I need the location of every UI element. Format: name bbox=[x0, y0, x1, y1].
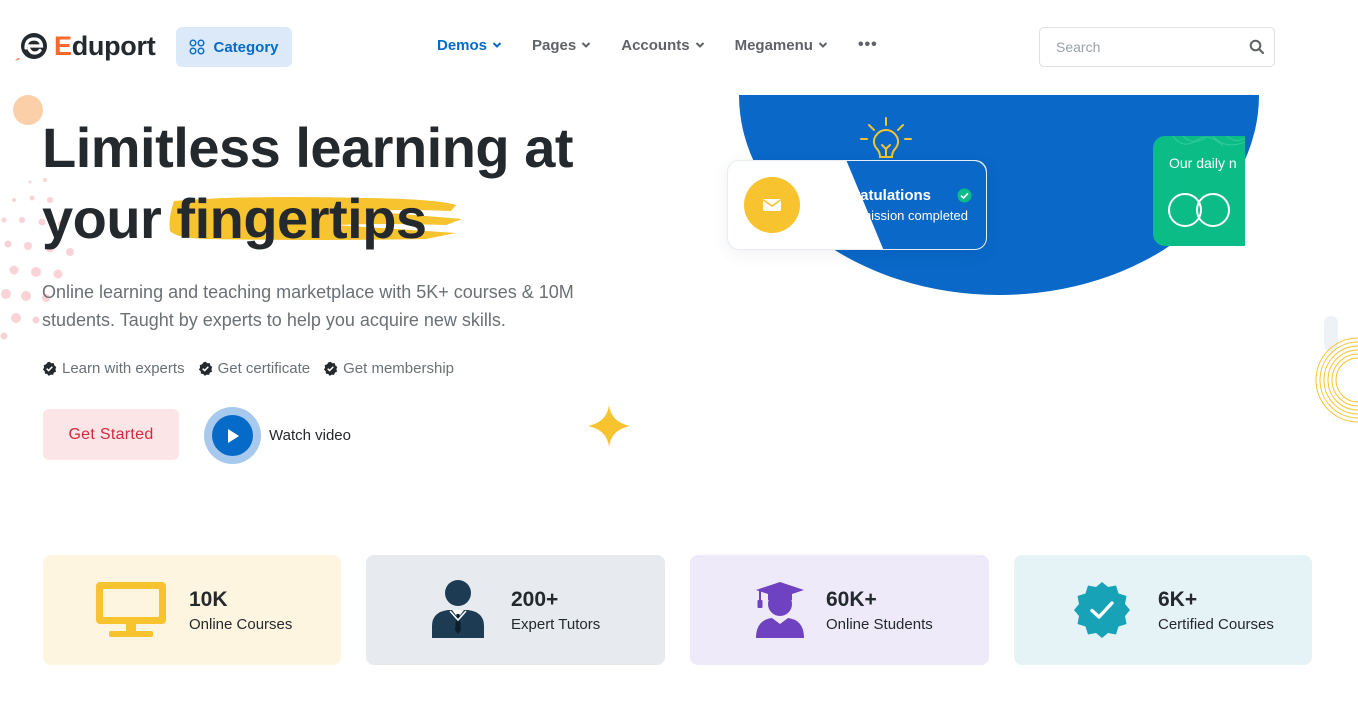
congratulations-subtitle: Your admission completed bbox=[816, 208, 968, 223]
nav-item-pages[interactable]: Pages bbox=[532, 37, 591, 54]
feature-label: Get membership bbox=[343, 360, 454, 377]
envelope-icon bbox=[763, 199, 781, 211]
category-label: Category bbox=[213, 38, 279, 56]
nav-item-label: Demos bbox=[437, 36, 488, 54]
category-grid-icon bbox=[189, 39, 205, 55]
verified-check-icon bbox=[198, 361, 212, 376]
feature-item: Learn with experts bbox=[42, 360, 185, 377]
nav-item-label: Pages bbox=[532, 36, 577, 54]
stat-text: 200+ Expert Tutors bbox=[511, 588, 600, 633]
stat-label: Online Courses bbox=[189, 615, 293, 633]
tutor-icon bbox=[418, 578, 498, 642]
hero-title-highlight: fingertips bbox=[169, 183, 463, 254]
stat-value: 10K bbox=[189, 587, 228, 611]
watch-video-button[interactable]: Watch video bbox=[204, 407, 351, 464]
edge-decoration bbox=[1315, 316, 1358, 423]
congratulations-card: Congratulations Your admission completed bbox=[727, 160, 987, 250]
congratulations-text: Congratulations Your admission completed bbox=[816, 187, 972, 223]
mail-badge bbox=[744, 177, 800, 233]
certified-badge-icon bbox=[1062, 578, 1142, 642]
feature-label: Learn with experts bbox=[62, 360, 185, 377]
stat-value: 60K+ bbox=[826, 587, 877, 611]
logo-text: Eduport bbox=[54, 30, 156, 62]
monitor-icon bbox=[91, 578, 171, 642]
get-started-button[interactable]: Get Started bbox=[43, 409, 179, 460]
chevron-down-icon bbox=[492, 42, 502, 48]
search-box bbox=[1039, 27, 1275, 67]
chevron-down-icon bbox=[818, 42, 828, 48]
stat-card-certified: 6K+ Certified Courses bbox=[1014, 555, 1312, 665]
hero-description: Online learning and teaching marketplace… bbox=[42, 282, 574, 330]
stat-value: 200+ bbox=[511, 587, 559, 611]
rings-icon bbox=[1168, 193, 1230, 227]
stat-card-courses: 10K Online Courses bbox=[43, 555, 341, 665]
logo-text-rest: duport bbox=[71, 30, 156, 61]
logo-e-icon bbox=[14, 28, 50, 64]
graduate-icon bbox=[740, 578, 820, 642]
congratulations-title: Congratulations bbox=[816, 187, 931, 204]
sparkle-star-icon bbox=[588, 405, 630, 447]
logo[interactable]: Eduport bbox=[14, 28, 156, 64]
nav-item-label: Megamenu bbox=[734, 36, 813, 54]
stat-label: Expert Tutors bbox=[511, 615, 601, 633]
daily-card: Our daily n bbox=[1153, 136, 1245, 246]
nav-item-label: Accounts bbox=[621, 36, 690, 54]
feature-list: Learn with experts Get certificate Get m… bbox=[42, 360, 454, 377]
hero-title-word: your bbox=[42, 187, 162, 250]
chevron-down-icon bbox=[582, 42, 591, 48]
nav-more-button[interactable]: ••• bbox=[858, 36, 878, 54]
stats-section: 10K Online Courses 200+ Expert Tutors 60… bbox=[43, 555, 1313, 665]
hero-title-line2: your fingertips bbox=[42, 183, 662, 254]
main-nav: Demos Pages Accounts Megamenu ••• bbox=[437, 36, 878, 54]
watch-video-label: Watch video bbox=[269, 427, 351, 444]
daily-card-label: Our daily n bbox=[1169, 155, 1237, 171]
stat-text: 60K+ Online Students bbox=[826, 588, 933, 633]
nav-item-megamenu[interactable]: Megamenu bbox=[735, 37, 828, 54]
chevron-down-icon bbox=[695, 42, 704, 48]
verified-check-icon bbox=[324, 361, 338, 376]
stat-card-tutors: 200+ Expert Tutors bbox=[366, 555, 665, 665]
nav-item-accounts[interactable]: Accounts bbox=[621, 37, 704, 54]
site-header: Eduport Category Demos Pages Accounts Me… bbox=[0, 0, 1358, 92]
stat-text: 6K+ Certified Courses bbox=[1158, 588, 1274, 633]
feature-label: Get certificate bbox=[217, 360, 311, 377]
verified-check-icon bbox=[42, 361, 57, 376]
search-input[interactable] bbox=[1056, 39, 1236, 55]
decorative-circle bbox=[13, 95, 43, 125]
play-button[interactable] bbox=[204, 407, 261, 464]
play-button-inner bbox=[212, 415, 253, 456]
hero-title: Limitless learning at your fingertips bbox=[42, 112, 662, 254]
stat-label: Certified Courses bbox=[1158, 615, 1274, 633]
stat-card-students: 60K+ Online Students bbox=[690, 555, 989, 665]
stat-label: Online Students bbox=[826, 615, 933, 633]
congratulations-heading: Congratulations bbox=[816, 187, 972, 204]
check-circle-icon bbox=[957, 188, 972, 203]
nav-item-demos[interactable]: Demos bbox=[437, 37, 502, 54]
hero-title-highlight-text: fingertips bbox=[176, 187, 427, 250]
feature-item: Get certificate bbox=[198, 360, 311, 377]
logo-text-accent: E bbox=[54, 30, 72, 61]
stat-value: 6K+ bbox=[1158, 587, 1198, 611]
play-icon bbox=[227, 428, 239, 443]
stat-text: 10K Online Courses bbox=[189, 588, 292, 633]
category-button[interactable]: Category bbox=[176, 27, 292, 67]
feature-item: Get membership bbox=[323, 360, 454, 377]
search-icon[interactable] bbox=[1249, 39, 1265, 55]
hero-title-line1: Limitless learning at bbox=[42, 116, 574, 179]
